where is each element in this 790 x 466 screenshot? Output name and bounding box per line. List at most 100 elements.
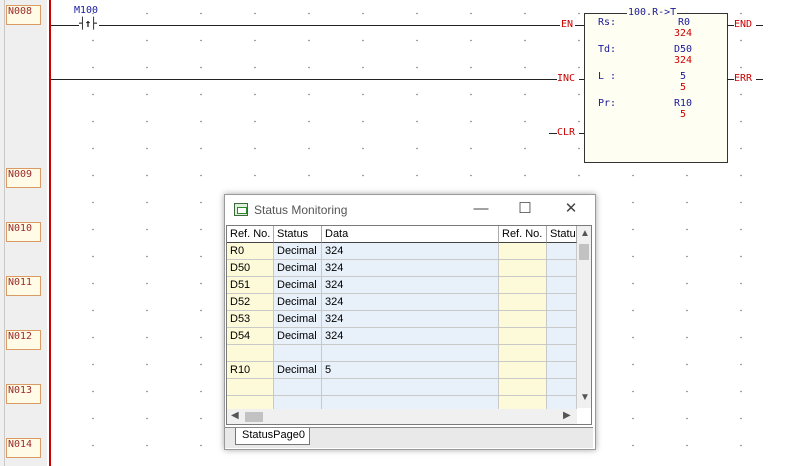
function-block[interactable]: Rs: R0 324 Td: D50 324 L : 5 5 Pr: R10 5 (584, 13, 728, 163)
horizontal-scroll-thumb[interactable] (245, 412, 263, 422)
header-status-2[interactable]: Status (547, 226, 577, 243)
pin-err-tail (756, 79, 763, 80)
cell-ref-2[interactable] (499, 362, 547, 379)
cell-status[interactable] (274, 379, 322, 396)
cell-status[interactable]: Decimal (274, 260, 322, 277)
scroll-right-icon[interactable]: ▶ (563, 410, 571, 421)
rung-label-n013[interactable]: N013 (6, 384, 41, 404)
cell-status-2[interactable] (547, 277, 577, 294)
cell-data[interactable] (322, 379, 499, 396)
param-pr-monitor: 5 (679, 109, 686, 120)
horizontal-scrollbar[interactable]: ◀ ▶ (227, 409, 577, 424)
table-row[interactable] (227, 345, 577, 362)
vertical-scroll-thumb[interactable] (579, 244, 589, 260)
cell-ref-2[interactable] (499, 311, 547, 328)
param-l-name: L : (598, 71, 617, 82)
maximize-button[interactable]: ☐ (511, 199, 539, 219)
cell-ref-2[interactable] (499, 260, 547, 277)
cell-status[interactable]: Decimal (274, 294, 322, 311)
monitor-table[interactable]: Ref. No. Status Data Ref. No. Status R0 … (226, 225, 592, 425)
cell-data[interactable]: 324 (322, 277, 499, 294)
cell-status-2[interactable] (547, 379, 577, 396)
pin-end: END (734, 19, 753, 30)
cell-status[interactable]: Decimal (274, 362, 322, 379)
cell-ref[interactable]: D51 (227, 277, 274, 294)
table-row[interactable]: R0 Decimal 324 (227, 243, 577, 260)
rung-wire-inc (51, 79, 557, 80)
rising-edge-contact-icon[interactable]: ┤↑├ (79, 17, 97, 30)
pin-err: ERR (734, 73, 753, 84)
rung-label-n010[interactable]: N010 (6, 222, 41, 242)
rung-label-n014[interactable]: N014 (6, 438, 41, 458)
rung-label-n008[interactable]: N008 (6, 5, 41, 25)
cell-ref[interactable]: D53 (227, 311, 274, 328)
cell-data[interactable]: 324 (322, 294, 499, 311)
cell-ref-2[interactable] (499, 294, 547, 311)
rung-label-n009[interactable]: N009 (6, 168, 41, 188)
table-row[interactable] (227, 379, 577, 396)
cell-ref-2[interactable] (499, 345, 547, 362)
header-data[interactable]: Data (322, 226, 499, 243)
cell-status-2[interactable] (547, 362, 577, 379)
rung-label-n012[interactable]: N012 (6, 330, 41, 350)
cell-ref-2[interactable] (499, 379, 547, 396)
cell-data[interactable]: 324 (322, 328, 499, 345)
cell-data[interactable] (322, 345, 499, 362)
pin-clr: CLR (557, 127, 576, 138)
function-block-title: 100.R->T (627, 7, 678, 18)
rung-wire-en (99, 25, 560, 26)
page-tab-strip: StatusPage0 (225, 427, 593, 448)
cell-status[interactable]: Decimal (274, 311, 322, 328)
cell-ref[interactable] (227, 345, 274, 362)
scroll-left-icon[interactable]: ◀ (231, 410, 239, 421)
cell-status-2[interactable] (547, 328, 577, 345)
cell-status-2[interactable] (547, 311, 577, 328)
scroll-down-icon[interactable]: ▼ (580, 392, 590, 403)
cell-ref[interactable]: R0 (227, 243, 274, 260)
table-row[interactable]: D51 Decimal 324 (227, 277, 577, 294)
cell-status-2[interactable] (547, 294, 577, 311)
pin-inc: INC (557, 73, 576, 84)
cell-ref[interactable]: D50 (227, 260, 274, 277)
tab-status-page0[interactable]: StatusPage0 (235, 428, 310, 445)
cell-data[interactable]: 324 (322, 311, 499, 328)
param-rs-name: Rs: (598, 17, 617, 28)
cell-status-2[interactable] (547, 345, 577, 362)
table-row[interactable]: D54 Decimal 324 (227, 328, 577, 345)
cell-ref[interactable]: D52 (227, 294, 274, 311)
cell-data[interactable]: 5 (322, 362, 499, 379)
table-row[interactable]: R10 Decimal 5 (227, 362, 577, 379)
cell-status-2[interactable] (547, 260, 577, 277)
cell-data[interactable]: 324 (322, 243, 499, 260)
cell-status[interactable]: Decimal (274, 243, 322, 260)
header-status[interactable]: Status (274, 226, 322, 243)
pin-end-tail (756, 25, 763, 26)
cell-status[interactable] (274, 345, 322, 362)
rung-wire-en-left (51, 25, 79, 26)
table-row[interactable]: D53 Decimal 324 (227, 311, 577, 328)
window-titlebar[interactable]: Status Monitoring — ☐ ✕ (225, 195, 595, 225)
cell-ref[interactable]: R10 (227, 362, 274, 379)
cell-status-2[interactable] (547, 243, 577, 260)
close-button[interactable]: ✕ (557, 199, 585, 219)
cell-status[interactable]: Decimal (274, 277, 322, 294)
cell-ref[interactable] (227, 379, 274, 396)
cell-status[interactable]: Decimal (274, 328, 322, 345)
cell-ref[interactable]: D54 (227, 328, 274, 345)
status-monitor-app-icon (234, 203, 248, 216)
scroll-up-icon[interactable]: ▲ (580, 228, 590, 239)
param-l-monitor: 5 (679, 82, 686, 93)
rung-label-n011[interactable]: N011 (6, 276, 41, 296)
minimize-button[interactable]: — (467, 199, 495, 219)
param-pr-operand: R10 (673, 98, 692, 109)
cell-ref-2[interactable] (499, 243, 547, 260)
cell-data[interactable]: 324 (322, 260, 499, 277)
table-row[interactable]: D52 Decimal 324 (227, 294, 577, 311)
cell-ref-2[interactable] (499, 328, 547, 345)
header-ref-no-2[interactable]: Ref. No. (499, 226, 547, 243)
cell-ref-2[interactable] (499, 277, 547, 294)
table-row[interactable]: D50 Decimal 324 (227, 260, 577, 277)
status-monitoring-window[interactable]: Status Monitoring — ☐ ✕ Ref. No. Status … (224, 194, 596, 450)
header-ref-no[interactable]: Ref. No. (227, 226, 274, 243)
vertical-scrollbar[interactable]: ▲ ▼ (577, 226, 591, 408)
